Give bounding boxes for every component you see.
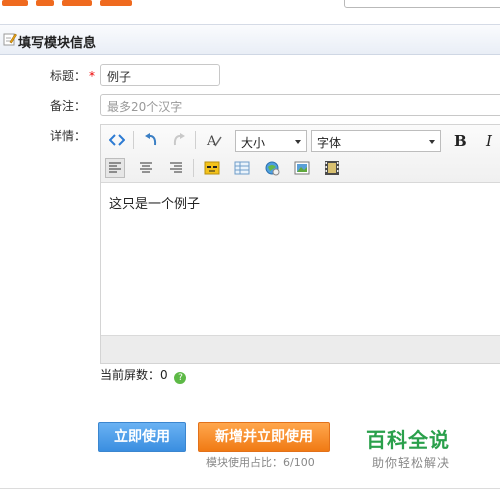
help-icon[interactable]: ? — [174, 372, 187, 384]
module-usage-text: 模块使用占比：6/100 — [206, 456, 315, 469]
note-label: 备注： — [50, 99, 87, 113]
watermark-slogan: 助你轻松解决 — [372, 456, 451, 470]
top-bar — [0, 0, 500, 24]
undo-icon[interactable] — [141, 130, 161, 150]
section-header: 填写模块信息 — [0, 24, 500, 55]
bold-button[interactable]: B — [454, 132, 467, 150]
screens-count: 当前屏数：0 ? — [100, 366, 187, 384]
image-icon[interactable] — [262, 158, 282, 178]
use-now-button[interactable]: 立即使用 — [98, 422, 186, 452]
watermark-logo: 百科全说 — [366, 428, 450, 452]
font-family-select[interactable]: 字体 — [311, 130, 441, 152]
clear-format-icon[interactable]: A — [205, 130, 225, 150]
screens-value: 0 — [160, 368, 168, 382]
redo-icon[interactable] — [169, 130, 189, 150]
italic-button[interactable]: I — [486, 132, 492, 150]
title-input[interactable]: 例子 — [100, 64, 220, 86]
title-label: 标题： * — [50, 69, 96, 83]
editor-content[interactable]: 这只是一个例子 — [101, 183, 500, 337]
top-search-input[interactable] — [344, 0, 500, 8]
video-icon[interactable] — [322, 158, 342, 178]
divider — [0, 488, 500, 489]
add-and-use-button[interactable]: 新增并立即使用 — [198, 422, 330, 452]
note-input[interactable]: 最多20个汉字 — [100, 94, 500, 116]
editor-toolbar: A 大小 字体 B I — [101, 125, 500, 183]
picture-icon[interactable] — [292, 158, 312, 178]
required-mark: * — [89, 69, 96, 83]
font-size-select[interactable]: 大小 — [235, 130, 307, 152]
detail-label: 详情： — [50, 129, 87, 143]
align-center-icon[interactable] — [136, 158, 156, 178]
editor-footer — [101, 335, 500, 363]
site-logo — [0, 0, 140, 8]
section-title: 填写模块信息 — [18, 36, 97, 51]
emoticon-icon[interactable] — [202, 158, 222, 178]
table-icon[interactable] — [232, 158, 252, 178]
align-right-icon[interactable] — [166, 158, 186, 178]
align-left-icon[interactable] — [105, 158, 125, 178]
rich-text-editor: A 大小 字体 B I 这只是一个例子 — [100, 124, 500, 364]
source-icon[interactable] — [107, 130, 127, 150]
edit-icon — [3, 33, 17, 46]
